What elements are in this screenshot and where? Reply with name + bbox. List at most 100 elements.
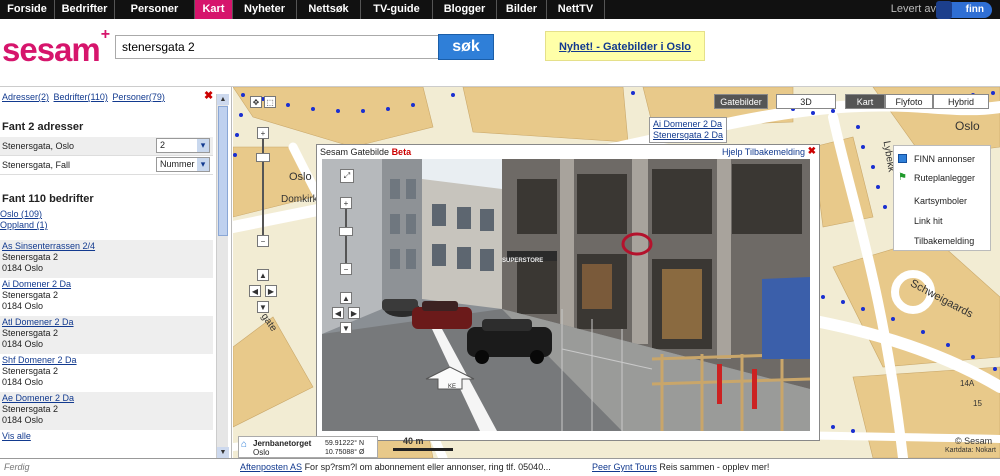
results-scrollbar[interactable]: ▲ ▼ (216, 94, 229, 458)
house-number-select[interactable]: Nummer (156, 157, 210, 172)
business-name[interactable]: Ai Domener 2 Da (2, 279, 213, 290)
see-all-link[interactable]: Vis alle (2, 431, 31, 441)
list-item: Ae Domener 2 Da Stenersgata 2 0184 Oslo (0, 392, 213, 430)
tab-bedrifter[interactable]: Bedrifter (55, 0, 115, 19)
house-number-select[interactable]: 2 (156, 138, 210, 153)
sv-look-right-icon[interactable]: ▶ (348, 307, 360, 319)
scroll-thumb[interactable] (218, 106, 228, 236)
map-label-14a: 14A (960, 379, 975, 388)
sesam-logo[interactable]: sesam+ (2, 26, 110, 69)
finn-logo[interactable]: finn (936, 1, 992, 19)
business-name[interactable]: Ae Domener 2 Da (2, 393, 213, 404)
business-city: 0184 Oslo (2, 301, 44, 311)
search-input[interactable] (115, 35, 439, 59)
list-item: As Sinsenterrassen 2/4 Stenersgata 2 018… (0, 240, 213, 278)
business-street: Stenersgata 2 (2, 366, 59, 376)
list-item: Atl Domener 2 Da Stenersgata 2 0184 Oslo (0, 316, 213, 354)
business-name[interactable]: As Sinsenterrassen 2/4 (2, 241, 213, 252)
sv-zoom-track[interactable] (345, 209, 347, 265)
sv-look-up-icon[interactable]: ▲ (340, 292, 352, 304)
filter-personer[interactable]: Personer(79) (112, 92, 165, 102)
route-flag-icon: ⚑ (898, 172, 907, 183)
tab-netttv[interactable]: NettTV (547, 0, 605, 19)
gatebilder-button[interactable]: Gatebilder (714, 94, 768, 109)
map-tools-menu: FINN annonser ⚑ Ruteplanlegger Kartsymbo… (893, 145, 991, 251)
coord-city: Oslo (253, 448, 270, 457)
street-view-links: Hjelp Tilbakemelding (722, 147, 805, 157)
menu-kartsymboler[interactable]: Kartsymboler (914, 196, 967, 206)
list-item: Ai Domener 2 Da Stenersgata 2 0184 Oslo (0, 278, 213, 316)
scroll-down-arrow-icon[interactable]: ▼ (217, 447, 229, 458)
beta-badge: Beta (391, 147, 412, 157)
sv-zoom-in-icon[interactable]: + (340, 197, 352, 209)
map-canvas[interactable]: Oslo Domkirke Oslo Schweigaards Lybekk g… (233, 87, 1000, 458)
sv-look-down-icon[interactable]: ▼ (340, 322, 352, 334)
arrow-plate-text: KE (448, 384, 457, 390)
feedback-link[interactable]: Tilbakemelding (745, 147, 805, 157)
view-hybrid-button[interactable]: Hybrid (933, 94, 989, 109)
zoom-out-icon[interactable]: − (257, 235, 269, 247)
coord-place: Jernbanetorget (253, 439, 312, 448)
business-popup[interactable]: Ai Domener 2 Da Stenersgata 2 Da (649, 117, 728, 143)
coordinates-box: ⌂ Jernbanetorget Oslo 59.91222° N 10.750… (238, 436, 378, 458)
view-kart-button[interactable]: Kart (845, 94, 885, 109)
street-photo[interactable]: ⤢ + − ▲ ◀ ▶ ▼ SUPERSTORE KE (322, 159, 810, 431)
ad2-link[interactable]: Peer Gynt Tours (592, 462, 657, 472)
menu-finn-annonser[interactable]: FINN annonser (914, 154, 975, 164)
copyright-data-label: Kartdata: Nokart (945, 447, 996, 454)
coord-lat: 59.91222° N (325, 440, 364, 447)
tab-personer[interactable]: Personer (115, 0, 195, 19)
sv-zoom-out-icon[interactable]: − (340, 263, 352, 275)
coord-lon: 10.75088° Ø (325, 449, 365, 456)
ad2: Peer Gynt Tours Reis sammen - opplev mer… (592, 462, 769, 472)
scroll-up-arrow-icon[interactable]: ▲ (217, 94, 229, 105)
zoom-slider-handle[interactable] (256, 153, 270, 162)
levert-av-label: Levert av (890, 3, 936, 15)
menu-ruteplanlegger[interactable]: Ruteplanlegger (914, 173, 975, 183)
tab-blogger[interactable]: Blogger (433, 0, 497, 19)
sv-zoom-handle[interactable] (339, 227, 353, 236)
business-street: Stenersgata 2 (2, 252, 59, 262)
filter-adresser[interactable]: Adresser(2) (2, 92, 49, 102)
address-label: Stenersgata, Fall (2, 160, 71, 170)
sv-look-left-icon[interactable]: ◀ (332, 307, 344, 319)
scale-label: 40 m (403, 436, 424, 446)
menu-tilbakemelding[interactable]: Tilbakemelding (914, 236, 974, 246)
news-link[interactable]: Nyhet! - Gatebilder i Oslo (545, 31, 705, 61)
tab-nyheter[interactable]: Nyheter (233, 0, 297, 19)
location-pin-icon: ⌂ (241, 439, 248, 450)
pan-down-icon[interactable]: ▼ (257, 301, 269, 313)
close-icon[interactable]: ✖ (808, 146, 816, 157)
tab-kart[interactable]: Kart (195, 0, 233, 19)
tab-forside[interactable]: Forside (0, 0, 55, 19)
status-text: Ferdig (4, 462, 30, 472)
business-name[interactable]: Atl Domener 2 Da (2, 317, 213, 328)
region-oslo[interactable]: Oslo (109) (0, 209, 48, 220)
addresses-heading: Fant 2 adresser (2, 121, 84, 133)
pan-left-icon[interactable]: ◀ (249, 285, 261, 297)
search-button[interactable]: søk (438, 34, 494, 60)
view-flyfoto-button[interactable]: Flyfoto (885, 94, 933, 109)
help-link[interactable]: Hjelp (722, 147, 743, 157)
menu-link-hit[interactable]: Link hit (914, 216, 943, 226)
pan-right-icon[interactable]: ▶ (265, 285, 277, 297)
popup-business-name[interactable]: Ai Domener 2 Da (653, 119, 723, 130)
filter-bedrifter[interactable]: Bedrifter(110) (54, 92, 108, 102)
popup-business-address[interactable]: Stenersgata 2 Da (653, 130, 723, 141)
street-photo-graphics (322, 159, 810, 431)
ad1-link[interactable]: Aftenposten AS (240, 462, 302, 472)
tab-nettsok[interactable]: Nettsøk (297, 0, 361, 19)
region-links: Oslo (109) Oppland (1) (0, 209, 48, 231)
business-name[interactable]: Shf Domener 2 Da (2, 355, 213, 366)
zoom-box-icon[interactable]: ⬚ (264, 96, 276, 108)
tab-bilder[interactable]: Bilder (497, 0, 547, 19)
region-oppland[interactable]: Oppland (1) (0, 220, 48, 231)
zoom-in-icon[interactable]: + (257, 127, 269, 139)
close-icon[interactable]: ✖ (204, 89, 213, 102)
pan-tool-icon[interactable]: ✥ (250, 96, 262, 108)
fullscreen-icon[interactable]: ⤢ (340, 169, 354, 183)
street-view-title-text: Sesam Gatebilde (320, 147, 390, 157)
view-3d-button[interactable]: 3D (776, 94, 836, 109)
tab-tv-guide[interactable]: TV-guide (361, 0, 433, 19)
pan-up-icon[interactable]: ▲ (257, 269, 269, 281)
